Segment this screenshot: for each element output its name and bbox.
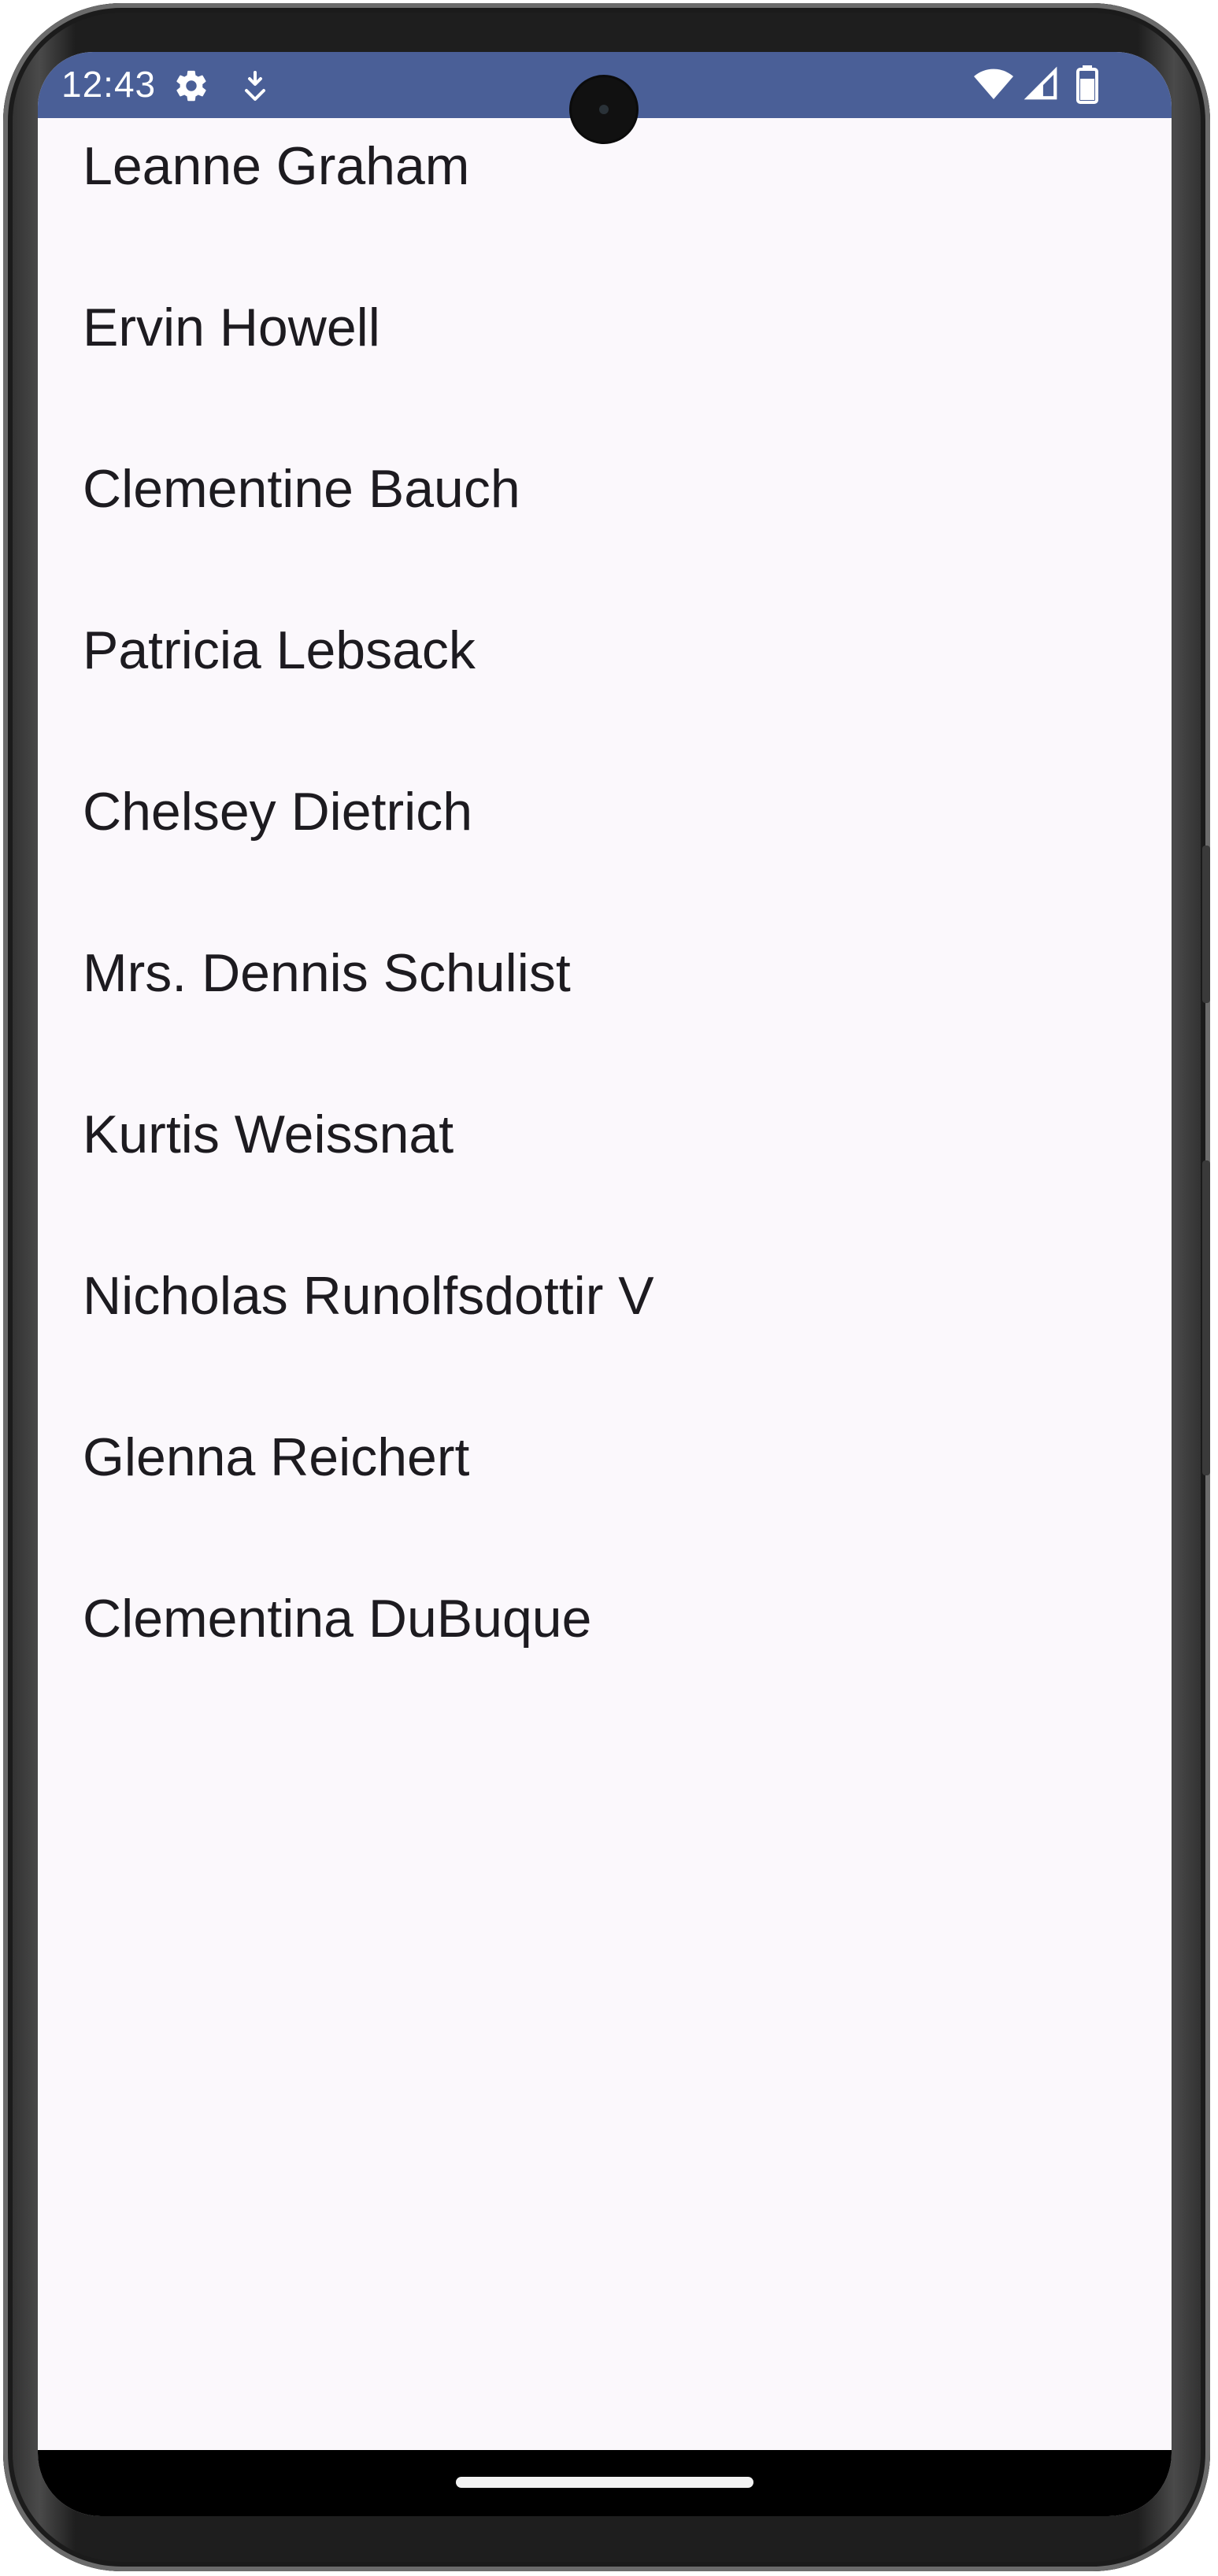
contact-name: Kurtis Weissnat [83, 1105, 454, 1164]
list-item[interactable]: Clementina DuBuque [38, 1571, 1172, 1732]
home-gesture-handle[interactable] [456, 2477, 753, 2488]
screen: 12:43 Leanne Graham Ervin Howell Clement… [38, 52, 1172, 2516]
contact-name: Glenna Reichert [83, 1427, 470, 1487]
list-item[interactable]: Glenna Reichert [38, 1409, 1172, 1571]
contact-name: Mrs. Dennis Schulist [83, 943, 571, 1003]
battery-icon [1076, 65, 1098, 104]
status-time: 12:43 [61, 64, 157, 105]
list-item[interactable]: Leanne Graham [38, 118, 1172, 279]
list-item[interactable]: Chelsey Dietrich [38, 764, 1172, 925]
list-item[interactable]: Patricia Lebsack [38, 602, 1172, 764]
list-item[interactable]: Nicholas Runolfsdottir V [38, 1248, 1172, 1409]
list-item[interactable]: Clementine Bauch [38, 441, 1172, 602]
list-item[interactable]: Ervin Howell [38, 279, 1172, 441]
settings-gear-icon [176, 70, 206, 102]
contact-name: Clementina DuBuque [83, 1589, 592, 1649]
download-notification-icon [245, 71, 265, 101]
contact-list: Leanne Graham Ervin Howell Clementine Ba… [38, 118, 1172, 1732]
wifi-icon [974, 68, 1013, 99]
navigation-bar [38, 2450, 1172, 2516]
contact-name: Nicholas Runolfsdottir V [83, 1266, 654, 1326]
contact-name: Chelsey Dietrich [83, 782, 473, 842]
contact-name: Leanne Graham [83, 136, 470, 196]
contact-name: Clementine Bauch [83, 459, 520, 519]
cellular-signal-icon [1024, 66, 1057, 100]
contact-name: Patricia Lebsack [83, 620, 476, 680]
contact-name: Ervin Howell [83, 298, 380, 357]
list-item[interactable]: Kurtis Weissnat [38, 1086, 1172, 1248]
power-button [1202, 1160, 1210, 1475]
volume-button [1202, 846, 1210, 1003]
list-item[interactable]: Mrs. Dennis Schulist [38, 925, 1172, 1086]
